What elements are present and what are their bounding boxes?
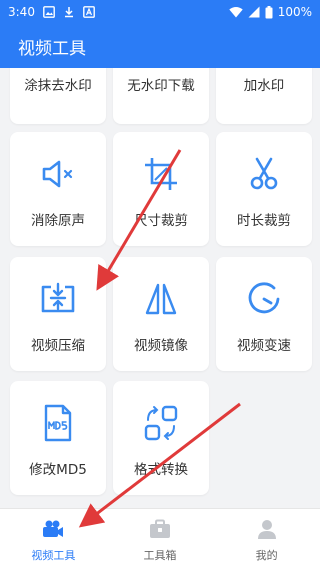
tool-modify-md5[interactable]: 修改MD5 bbox=[10, 381, 106, 495]
crop-icon bbox=[141, 154, 181, 194]
tool-label: 加水印 bbox=[243, 78, 285, 94]
app-bar: 视频工具 bbox=[0, 24, 320, 68]
tool-grid: 涂抹去水印 无水印下载 加水印 消除原声 尺寸裁剪 时长裁剪 视频压缩 视频镜像… bbox=[0, 68, 320, 508]
tool-no-watermark-download[interactable]: 无水印下载 bbox=[113, 68, 209, 124]
app-notification-icon bbox=[83, 6, 95, 18]
tool-label: 视频压缩 bbox=[31, 338, 85, 354]
compress-icon bbox=[38, 279, 78, 319]
tool-format-convert[interactable]: 格式转换 bbox=[113, 381, 209, 495]
tool-label: 无水印下载 bbox=[127, 78, 195, 94]
tool-label: 视频镜像 bbox=[134, 338, 188, 354]
nav-profile[interactable]: 我的 bbox=[213, 509, 320, 568]
nav-label: 我的 bbox=[255, 549, 278, 562]
nav-label: 工具箱 bbox=[143, 549, 177, 562]
tool-video-compress[interactable]: 视频压缩 bbox=[10, 257, 106, 371]
battery-icon bbox=[265, 5, 273, 19]
tool-label: 视频变速 bbox=[237, 338, 291, 354]
tool-remove-audio[interactable]: 消除原声 bbox=[10, 132, 106, 246]
scissors-icon bbox=[244, 154, 284, 194]
mirror-icon bbox=[141, 279, 181, 319]
tool-label: 格式转换 bbox=[134, 462, 188, 478]
download-notification-icon bbox=[63, 6, 75, 18]
nav-video-tools[interactable]: 视频工具 bbox=[0, 509, 107, 568]
status-bar: 3:40 100% bbox=[0, 0, 320, 24]
nav-toolbox[interactable]: 工具箱 bbox=[107, 509, 214, 568]
tool-label: 涂抹去水印 bbox=[24, 78, 92, 94]
tool-duration-trim[interactable]: 时长裁剪 bbox=[216, 132, 312, 246]
tool-video-speed[interactable]: 视频变速 bbox=[216, 257, 312, 371]
image-notification-icon bbox=[43, 6, 55, 18]
tool-size-crop[interactable]: 尺寸裁剪 bbox=[113, 132, 209, 246]
user-icon bbox=[255, 519, 279, 543]
nav-label: 视频工具 bbox=[31, 549, 76, 562]
toolbox-icon bbox=[148, 519, 172, 543]
tool-label: 消除原声 bbox=[31, 213, 85, 229]
tool-label: 尺寸裁剪 bbox=[134, 213, 188, 229]
mute-speaker-icon bbox=[38, 154, 78, 194]
md5-file-icon bbox=[38, 403, 78, 443]
status-time: 3:40 bbox=[8, 5, 35, 19]
video-camera-icon bbox=[41, 519, 65, 543]
speedometer-icon bbox=[244, 279, 284, 319]
page-title: 视频工具 bbox=[18, 38, 86, 59]
tool-smear-remove-watermark[interactable]: 涂抹去水印 bbox=[10, 68, 106, 124]
tool-label: 修改MD5 bbox=[29, 462, 87, 478]
signal-icon bbox=[248, 6, 260, 18]
wifi-icon bbox=[228, 6, 243, 18]
tool-add-watermark[interactable]: 加水印 bbox=[216, 68, 312, 124]
tool-video-mirror[interactable]: 视频镜像 bbox=[113, 257, 209, 371]
format-convert-icon bbox=[141, 403, 181, 443]
battery-level: 100% bbox=[277, 5, 312, 19]
tool-label: 时长裁剪 bbox=[237, 213, 291, 229]
bottom-nav: 视频工具 工具箱 我的 bbox=[0, 508, 320, 568]
